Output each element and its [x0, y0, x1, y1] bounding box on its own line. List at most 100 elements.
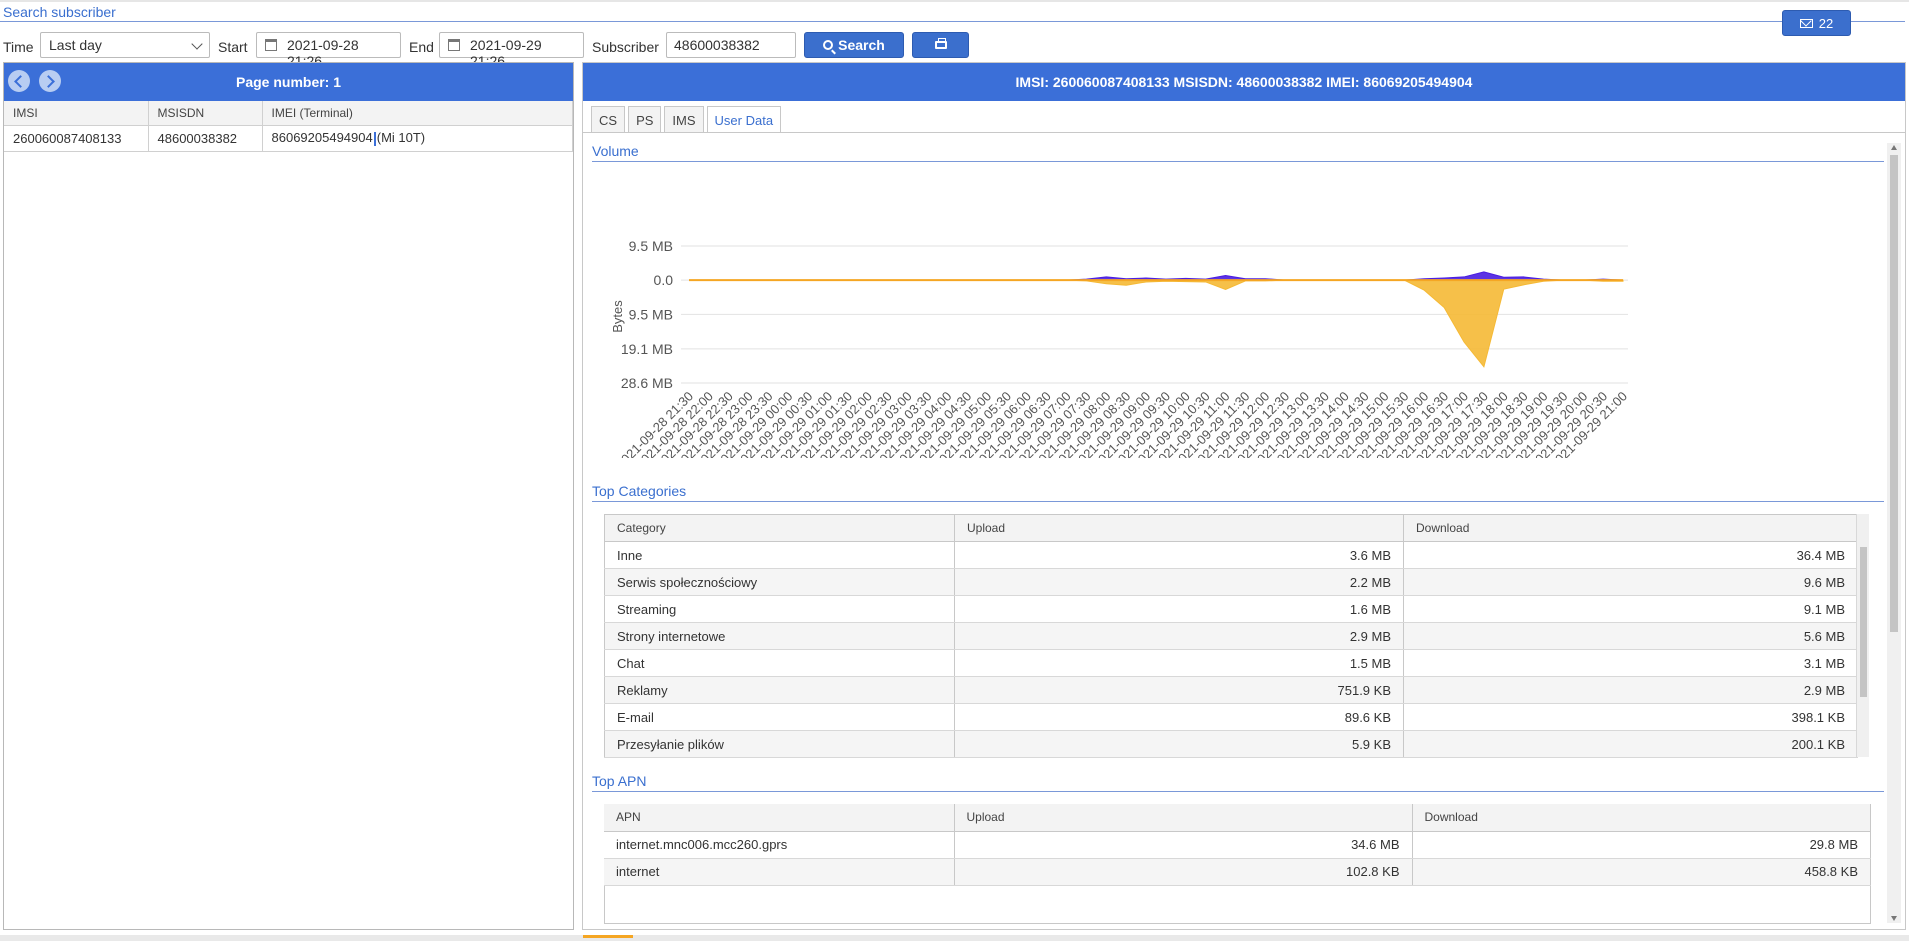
- top-apn-container: APN Upload Download internet.mnc006.mcc2…: [604, 804, 1871, 924]
- cell-download: 398.1 KB: [1403, 703, 1858, 731]
- chevron-down-icon: [191, 38, 203, 50]
- cell-download: 458.8 KB: [1412, 858, 1871, 886]
- envelope-icon: [1799, 18, 1813, 28]
- column-header-download[interactable]: Download: [1412, 804, 1871, 832]
- column-header-imei[interactable]: IMEI (Terminal): [262, 101, 573, 126]
- cell-download: 29.8 MB: [1412, 831, 1871, 859]
- tab-ps[interactable]: PS: [628, 106, 662, 133]
- categories-scrollbar[interactable]: [1856, 514, 1869, 757]
- y-tick-label: 9.5 MB: [629, 238, 673, 254]
- cell-upload: 3.6 MB: [954, 541, 1404, 569]
- y-axis-label: Bytes: [610, 300, 625, 333]
- cell-upload: 2.9 MB: [954, 622, 1404, 650]
- table-row[interactable]: internet 102.8 KB 458.8 KB: [604, 858, 1871, 886]
- cell-download: 200.1 KB: [1403, 730, 1858, 758]
- top-divider: [0, 0, 1909, 2]
- table-row[interactable]: Inne 3.6 MB 36.4 MB: [604, 541, 1858, 569]
- y-tick-label: 19.1 MB: [621, 341, 673, 357]
- subscriber-list-panel: Page number: 1 IMSI MSISDN IMEI (Termina…: [3, 62, 574, 930]
- volume-chart: 9.5 MB0.09.5 MB19.1 MB28.6 MBBytes2021-0…: [610, 238, 1630, 458]
- column-header-upload[interactable]: Upload: [954, 804, 1413, 832]
- cell-download: 36.4 MB: [1403, 541, 1858, 569]
- series-area-0: [689, 271, 1624, 281]
- page-number: Page number: 1: [235, 74, 342, 90]
- search-toolbar: Time Last day Start 2021-09-28 21:26 End…: [0, 30, 1000, 69]
- subscriber-input[interactable]: 48600038382: [666, 32, 796, 58]
- table-row[interactable]: Streaming 1.6 MB 9.1 MB: [604, 595, 1858, 623]
- details-scrollbar-thumb[interactable]: [1890, 155, 1898, 632]
- time-select[interactable]: Last day: [40, 32, 210, 58]
- table-row[interactable]: 260060087408133 48600038382 860692054949…: [4, 125, 573, 152]
- tab-ims[interactable]: IMS: [664, 106, 704, 133]
- cell-upload: 89.6 KB: [954, 703, 1404, 731]
- top-apn-table: APN Upload Download internet.mnc006.mcc2…: [604, 804, 1871, 886]
- table-row[interactable]: E-mail 89.6 KB 398.1 KB: [604, 703, 1858, 731]
- cell-apn: internet: [604, 858, 955, 886]
- messages-button[interactable]: 22: [1782, 10, 1851, 36]
- top-apn-underline: [592, 791, 1884, 792]
- list-header: Page number: 1: [4, 63, 573, 101]
- breadcrumb[interactable]: Search subscriber: [3, 4, 116, 20]
- cell-msisdn: 48600038382: [148, 125, 263, 152]
- details-scrollbar[interactable]: [1887, 143, 1901, 923]
- prev-page-icon[interactable]: [8, 70, 30, 92]
- cell-download: 2.9 MB: [1403, 676, 1858, 704]
- scroll-up-icon[interactable]: [1891, 145, 1897, 150]
- column-header-msisdn[interactable]: MSISDN: [148, 101, 263, 126]
- cell-imei: 86069205494904 (Mi 10T): [262, 125, 573, 152]
- table-row[interactable]: internet.mnc006.mcc260.gprs 34.6 MB 29.8 M…: [604, 831, 1871, 859]
- start-datetime-input[interactable]: 2021-09-28 21:26: [256, 32, 401, 69]
- print-button[interactable]: [912, 32, 969, 58]
- table-row[interactable]: Serwis społecznościowy 2.2 MB 9.6 MB: [604, 568, 1858, 596]
- cell-download: 9.6 MB: [1403, 568, 1858, 596]
- categories-scrollbar-thumb[interactable]: [1860, 547, 1867, 697]
- cell-category: Streaming: [604, 595, 955, 623]
- top-categories-underline: [592, 501, 1884, 502]
- details-header: IMSI: 260060087408133 MSISDN: 4860003838…: [583, 63, 1905, 101]
- top-apn-title: Top APN: [592, 773, 647, 789]
- top-categories-table: Category Upload Download Inne 3.6 MB 36.4 …: [604, 514, 1858, 758]
- text-cursor: [373, 131, 376, 146]
- table-row[interactable]: Przesyłanie plików 5.9 KB 200.1 KB: [604, 730, 1858, 758]
- cell-category: Przesyłanie plików: [604, 730, 955, 758]
- end-datetime-input[interactable]: 2021-09-29 21:26: [439, 32, 584, 69]
- end-label: End: [409, 39, 434, 55]
- column-header-imsi[interactable]: IMSI: [4, 101, 149, 126]
- cell-download: 5.6 MB: [1403, 622, 1858, 650]
- column-header-download[interactable]: Download: [1403, 514, 1858, 542]
- cell-upload: 751.9 KB: [954, 676, 1404, 704]
- tab-cs[interactable]: CS: [591, 106, 626, 133]
- status-bar: [0, 935, 1909, 941]
- table-row[interactable]: Chat 1.5 MB 3.1 MB: [604, 649, 1858, 677]
- status-indicator: [583, 935, 633, 938]
- cell-upload: 5.9 KB: [954, 730, 1404, 758]
- breadcrumb-underline: [0, 21, 1905, 22]
- table-row[interactable]: Reklamy 751.9 KB 2.9 MB: [604, 676, 1858, 704]
- cell-imsi: 260060087408133: [4, 125, 149, 152]
- search-button[interactable]: Search: [804, 32, 904, 58]
- next-page-icon[interactable]: [39, 70, 61, 92]
- cell-upload: 2.2 MB: [954, 568, 1404, 596]
- column-header-apn[interactable]: APN: [604, 804, 955, 832]
- subscriber-input-value: 48600038382: [674, 37, 760, 53]
- subscriber-details-panel: IMSI: 260060087408133 MSISDN: 4860003838…: [582, 62, 1906, 930]
- cell-category: E-mail: [604, 703, 955, 731]
- cell-upload: 102.8 KB: [954, 858, 1413, 886]
- messages-count: 22: [1818, 15, 1834, 31]
- cell-download: 3.1 MB: [1403, 649, 1858, 677]
- series-area-1: [689, 279, 1624, 368]
- column-header-upload[interactable]: Upload: [954, 514, 1404, 542]
- y-tick-label: 9.5 MB: [629, 306, 673, 322]
- search-icon: [823, 40, 834, 50]
- calendar-icon: [265, 39, 277, 51]
- cell-category: Reklamy: [604, 676, 955, 704]
- tab-user-data[interactable]: User Data: [706, 106, 782, 133]
- scroll-down-icon[interactable]: [1891, 916, 1897, 921]
- table-row[interactable]: Strony internetowe 2.9 MB 5.6 MB: [604, 622, 1858, 650]
- y-tick-label: 28.6 MB: [621, 375, 673, 391]
- cell-category: Strony internetowe: [604, 622, 955, 650]
- cell-upload: 34.6 MB: [954, 831, 1413, 859]
- terminal-value: Mi 10T): [381, 130, 426, 146]
- time-label: Time: [3, 39, 34, 55]
- column-header-category[interactable]: Category: [604, 514, 955, 542]
